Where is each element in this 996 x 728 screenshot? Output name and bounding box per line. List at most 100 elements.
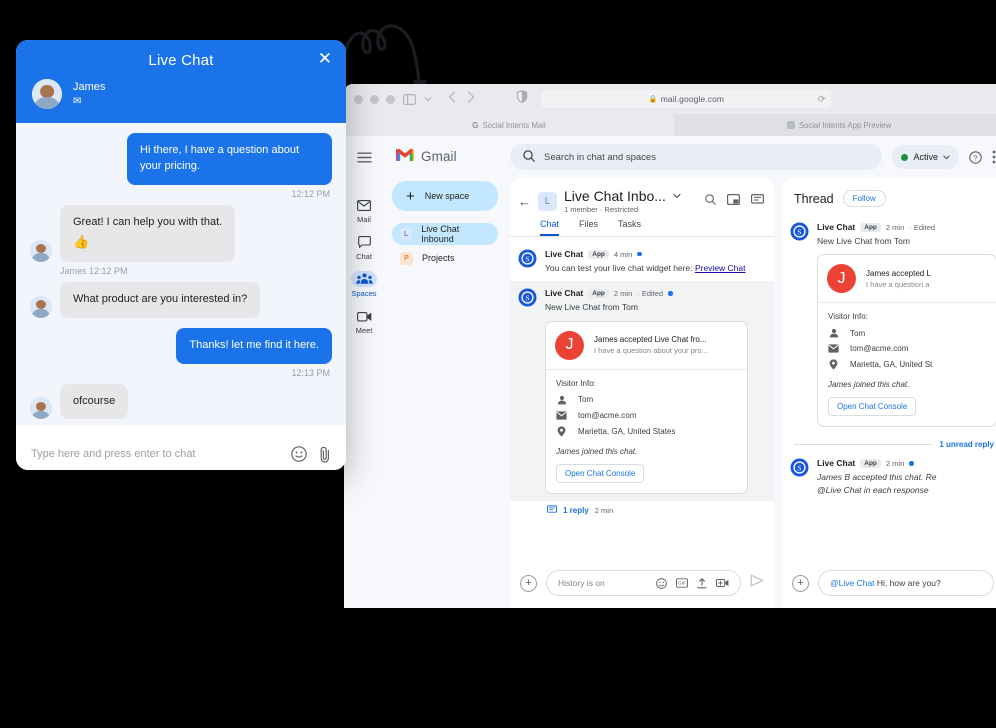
thread-reply-summary[interactable]: 1 reply 2 min	[510, 501, 774, 516]
visitor-location: Marietta, GA, United States	[578, 426, 676, 436]
address-bar[interactable]: 🔒 mail.google.com ⟳	[541, 90, 832, 108]
timestamp: 12:13 PM	[291, 367, 330, 378]
hamburger-menu-icon[interactable]	[356, 150, 372, 168]
message-text: New Live Chat from Tom	[817, 236, 910, 246]
gmail-m-icon	[396, 148, 414, 165]
visitor-row-location: Marietta, GA, United St	[828, 359, 986, 370]
divider	[794, 444, 932, 446]
close-icon[interactable]: ✕	[318, 50, 332, 67]
chevron-down-icon[interactable]	[424, 96, 432, 102]
space-chat-pane: ← L Live Chat Inbo... 1 member · Restric…	[510, 178, 774, 608]
visitor-email: tom@acme.com	[850, 344, 909, 354]
forward-navigation-icon[interactable]	[467, 90, 475, 108]
sidebar-item-label: Live Chat Inbound	[421, 224, 460, 244]
gmail-main-area: Search in chat and spaces Active ? ← L L…	[506, 136, 996, 608]
rail-item-chat[interactable]: Chat	[345, 229, 383, 264]
rail-item-mail[interactable]: Mail	[345, 192, 383, 227]
status-badge[interactable]: Active	[892, 145, 959, 169]
gmail-wordmark: Gmail	[421, 149, 457, 164]
window-traffic-lights[interactable]	[354, 94, 395, 104]
message-author: Live Chat	[817, 222, 856, 232]
message-input[interactable]: History is on GIF	[546, 570, 741, 596]
thread-icon[interactable]	[751, 192, 765, 210]
gmail-top-bar: Search in chat and spaces Active ?	[506, 144, 996, 178]
widget-message-list[interactable]: Hi there, I have a question about your p…	[16, 123, 346, 425]
emoji-icon[interactable]	[291, 446, 307, 462]
open-chat-console-button[interactable]: Open Chat Console	[556, 463, 645, 483]
person-icon	[828, 328, 839, 338]
rail-item-meet[interactable]: Meet	[345, 303, 383, 338]
visitor-info-label: Visitor Info:	[556, 378, 596, 388]
visitor-location: Marietta, GA, United St	[850, 360, 933, 370]
visitor-row-name: Tom	[828, 328, 986, 338]
svg-text:S: S	[525, 294, 529, 303]
attachment-icon[interactable]	[319, 446, 331, 463]
chevron-down-icon	[943, 152, 950, 162]
maximize-window-dot[interactable]	[386, 94, 395, 104]
chat-bubble-row: ofcourse	[30, 383, 332, 420]
back-navigation-icon[interactable]	[448, 90, 456, 108]
rail-item-label: Spaces	[351, 289, 377, 298]
search-input[interactable]: Search in chat and spaces	[510, 144, 883, 170]
page-title: Live Chat Inbo...	[564, 188, 666, 204]
open-chat-console-button[interactable]: Open Chat Console	[828, 397, 917, 417]
video-icon[interactable]	[716, 578, 729, 588]
tab-tasks[interactable]: Tasks	[618, 219, 641, 236]
send-icon[interactable]	[750, 574, 764, 592]
message-item: S Live Chat App 2 min James B accepted t…	[782, 451, 996, 503]
browser-tab-strip: G Social Intents Mail Social Intents App…	[344, 114, 996, 136]
visitor-name: Tom	[578, 395, 594, 405]
browser-tab-label: Social Intents App Preview	[798, 120, 892, 130]
unread-dot-icon	[668, 291, 673, 296]
space-subtitle: 1 member · Restricted	[564, 205, 639, 214]
plus-icon: +	[406, 187, 415, 205]
tab-chat[interactable]: Chat	[540, 219, 560, 236]
message-list[interactable]: S Live Chat App 4 min You can test your …	[510, 237, 774, 561]
thread-message-input[interactable]: @Live Chat Hi, how are you?	[818, 570, 994, 596]
close-window-dot[interactable]	[354, 94, 363, 104]
sidebar-item-label: Projects	[422, 253, 455, 263]
reload-icon[interactable]: ⟳	[818, 94, 826, 105]
thread-message-list[interactable]: S Live Chat App 2 min · Edited New Live …	[782, 215, 996, 561]
tab-files[interactable]: Files	[579, 219, 598, 236]
thread-pane: Thread Follow S Live Chat App 2 min · Ed…	[782, 178, 996, 608]
privacy-shield-icon[interactable]	[516, 90, 528, 108]
location-pin-icon	[828, 359, 839, 370]
svg-text:GIF: GIF	[678, 581, 686, 586]
sidebar-item-live-chat-inbound[interactable]: L Live Chat Inbound	[392, 223, 498, 245]
space-avatar: L	[538, 191, 557, 211]
message-time: 4 min	[613, 249, 633, 259]
mention-token: @Live Chat	[830, 578, 875, 588]
sidebar-item-projects[interactable]: P Projects	[392, 247, 498, 269]
minimize-window-dot[interactable]	[370, 94, 379, 104]
chat-bubble-incoming: What product are you interested in?	[60, 281, 261, 318]
preview-chat-link[interactable]: Preview Chat	[695, 263, 746, 273]
live-chat-app-avatar-icon: S	[790, 458, 809, 477]
help-icon[interactable]: ?	[969, 150, 982, 164]
emoji-icon[interactable]	[656, 577, 667, 589]
browser-tab-app-preview[interactable]: Social Intents App Preview	[674, 114, 996, 136]
sidebar-toggle-icon[interactable]	[403, 93, 416, 105]
more-vertical-icon[interactable]	[992, 150, 996, 164]
envelope-icon[interactable]: ✉	[73, 96, 105, 107]
rail-item-spaces[interactable]: Spaces	[345, 266, 383, 301]
avatar: J	[827, 264, 856, 294]
chevron-down-icon[interactable]	[673, 191, 681, 201]
new-space-button[interactable]: + New space	[392, 181, 498, 211]
follow-button[interactable]: Follow	[842, 190, 886, 207]
location-pin-icon	[556, 426, 567, 437]
composer-text: Hi, how are you?	[874, 578, 941, 588]
plus-circle-icon[interactable]: +	[520, 574, 537, 592]
plus-circle-icon[interactable]: +	[792, 574, 809, 592]
chat-bubble-text: Great! I can help you with that.	[73, 215, 223, 228]
widget-chat-input[interactable]: Type here and press enter to chat	[31, 448, 279, 460]
upload-icon[interactable]	[697, 577, 707, 589]
search-icon	[523, 149, 535, 165]
back-arrow-icon[interactable]: ←	[518, 194, 531, 209]
composer-placeholder: History is on	[558, 578, 605, 588]
search-icon[interactable]	[705, 192, 716, 210]
pip-icon[interactable]	[727, 192, 741, 210]
chat-bubble-incoming: ofcourse	[60, 383, 129, 420]
browser-tab-social-intents-mail[interactable]: G Social Intents Mail	[344, 114, 674, 136]
gif-icon[interactable]: GIF	[676, 578, 688, 588]
